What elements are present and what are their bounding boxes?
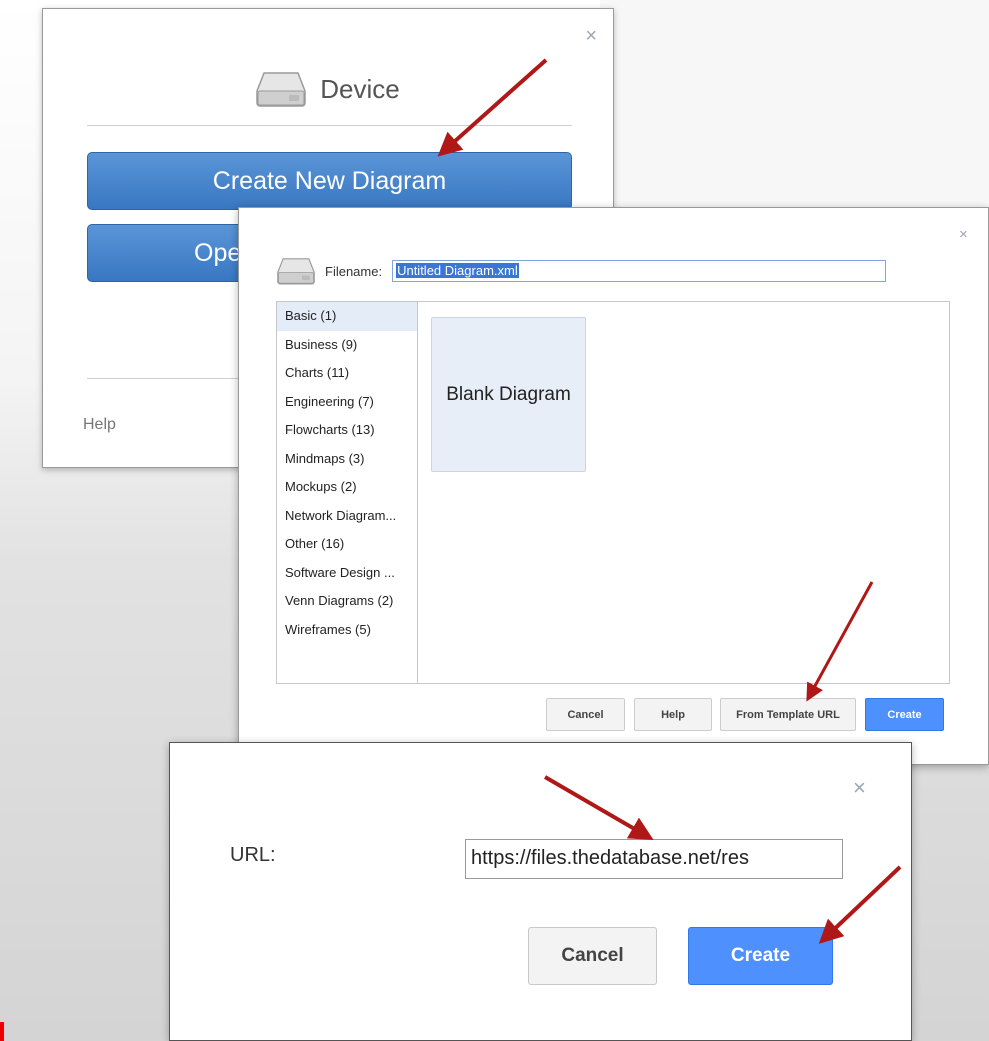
category-item-venn[interactable]: Venn Diagrams (2)	[277, 587, 417, 616]
device-header: Device	[43, 71, 613, 107]
filename-input[interactable]: Untitled Diagram.xml	[392, 260, 887, 282]
url-label: URL:	[230, 844, 276, 866]
filename-row: Filename: Untitled Diagram.xml	[277, 257, 887, 285]
category-item-mockups[interactable]: Mockups (2)	[277, 473, 417, 502]
category-item-business[interactable]: Business (9)	[277, 331, 417, 360]
close-icon[interactable]: ×	[959, 226, 968, 243]
create-button[interactable]: Create	[865, 698, 944, 731]
dialog-title: Device	[320, 73, 400, 104]
url-input[interactable]: https://files.thedatabase.net/res	[465, 839, 843, 879]
category-item-engineering[interactable]: Engineering (7)	[277, 388, 417, 417]
category-item-charts[interactable]: Charts (11)	[277, 359, 417, 388]
category-item-flowcharts[interactable]: Flowcharts (13)	[277, 416, 417, 445]
hard-drive-icon	[277, 258, 315, 285]
help-button[interactable]: Help	[634, 698, 712, 731]
new-diagram-dialog: × Filename: Untitled Diagram.xml Basic (…	[238, 207, 989, 765]
category-item-network[interactable]: Network Diagram...	[277, 502, 417, 531]
help-link[interactable]: Help	[83, 416, 116, 434]
hard-drive-icon	[256, 72, 306, 107]
from-template-url-button[interactable]: From Template URL	[720, 698, 856, 731]
category-item-wireframes[interactable]: Wireframes (5)	[277, 616, 417, 645]
edge-marker	[0, 1022, 4, 1041]
category-item-other[interactable]: Other (16)	[277, 530, 417, 559]
filename-value: Untitled Diagram.xml	[396, 263, 519, 278]
template-url-dialog: × URL: https://files.thedatabase.net/res	[169, 742, 912, 1041]
close-icon[interactable]: ×	[853, 775, 866, 801]
category-list: Basic (1) Business (9) Charts (11) Engin…	[277, 302, 418, 683]
category-item-basic[interactable]: Basic (1)	[277, 302, 417, 331]
url-create-button[interactable]: Create	[688, 927, 833, 985]
url-cancel-button[interactable]: Cancel	[528, 927, 657, 985]
background-panel	[600, 0, 989, 210]
blank-diagram-template[interactable]: Blank Diagram	[431, 317, 586, 472]
divider	[87, 125, 572, 126]
filename-label: Filename:	[325, 263, 383, 279]
category-item-mindmaps[interactable]: Mindmaps (3)	[277, 445, 417, 474]
cancel-button[interactable]: Cancel	[546, 698, 625, 731]
category-item-software-design[interactable]: Software Design ...	[277, 559, 417, 588]
close-icon[interactable]: ×	[585, 25, 597, 48]
create-new-diagram-button[interactable]: Create New Diagram	[87, 152, 572, 210]
template-browser: Basic (1) Business (9) Charts (11) Engin…	[276, 301, 950, 684]
